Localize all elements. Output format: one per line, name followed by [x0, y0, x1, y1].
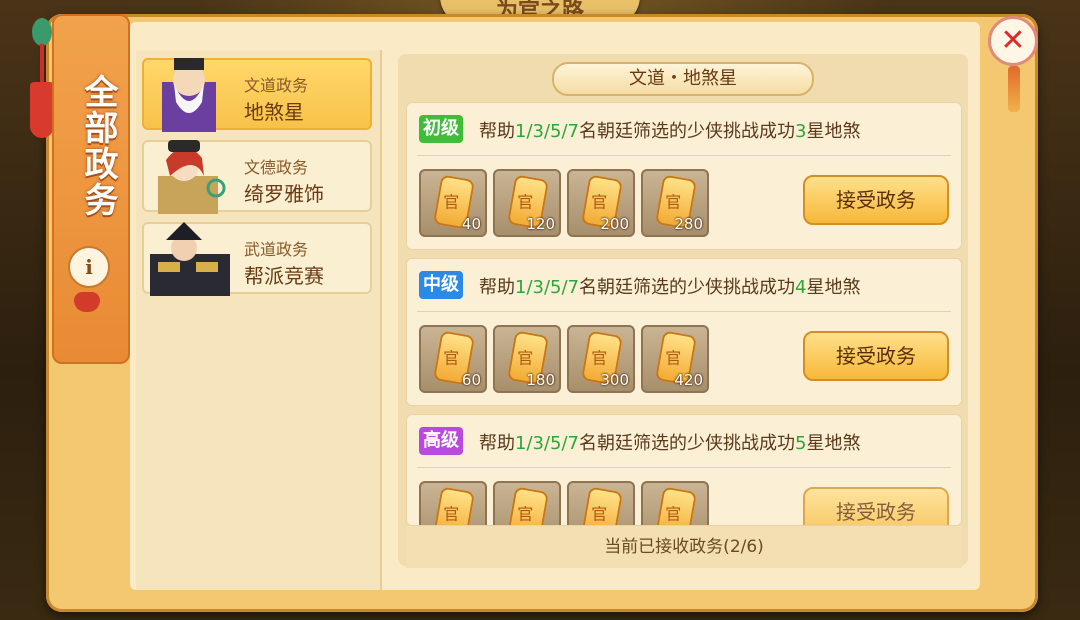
- detail-header: 文道・地煞星: [552, 62, 814, 96]
- tier-badge: 中级: [419, 271, 463, 299]
- npc-item-dishaxing[interactable]: 文道政务 地煞星: [142, 58, 372, 132]
- reward-item[interactable]: 200: [567, 169, 635, 237]
- info-icon[interactable]: i: [68, 246, 110, 288]
- npc-portrait-scholar: [162, 58, 216, 132]
- divider: [417, 311, 951, 312]
- npc-name: 帮派竞赛: [244, 264, 324, 288]
- reward-item[interactable]: 40: [419, 169, 487, 237]
- task-card-beginner: 初级 帮助1/3/5/7名朝廷筛选的少侠挑战成功3星地煞 40 120 200 …: [406, 102, 962, 250]
- reward-count: 120: [526, 215, 555, 233]
- reward-item[interactable]: 280: [641, 169, 709, 237]
- official-scroll-icon: [506, 486, 550, 525]
- npc-type: 武道政务: [244, 240, 309, 259]
- accepted-status: 当前已接收政务(2/6): [406, 526, 962, 568]
- npc-type: 文道政务: [244, 76, 309, 95]
- reward-count: 180: [526, 371, 555, 389]
- reward-item[interactable]: [641, 481, 709, 525]
- close-button[interactable]: ✕: [988, 16, 1038, 66]
- task-description: 帮助1/3/5/7名朝廷筛选的少侠挑战成功5星地煞: [479, 433, 861, 454]
- official-scroll-icon: [654, 486, 698, 525]
- tassel-decoration-right: [1008, 66, 1020, 112]
- reward-item[interactable]: 120: [493, 169, 561, 237]
- reward-item[interactable]: 60: [419, 325, 487, 393]
- npc-name: 地煞星: [244, 100, 304, 124]
- category-tab-label: 全部政务: [78, 74, 118, 218]
- tier-badge: 高级: [419, 427, 463, 455]
- official-scroll-icon: [580, 486, 624, 525]
- npc-name: 绮罗雅饰: [244, 182, 324, 206]
- official-scroll-icon: [432, 486, 476, 525]
- tassel-fringe: [30, 82, 54, 138]
- reward-item[interactable]: 420: [641, 325, 709, 393]
- reward-item[interactable]: [567, 481, 635, 525]
- task-card-intermediate: 中级 帮助1/3/5/7名朝廷筛选的少侠挑战成功4星地煞 60 180 300 …: [406, 258, 962, 406]
- divider: [417, 155, 951, 156]
- reward-count: 300: [600, 371, 629, 389]
- accept-task-button[interactable]: 接受政务: [803, 331, 949, 381]
- reward-item[interactable]: 300: [567, 325, 635, 393]
- reward-item[interactable]: [419, 481, 487, 525]
- close-icon: ✕: [1000, 23, 1026, 58]
- task-card-advanced: 高级 帮助1/3/5/7名朝廷筛选的少侠挑战成功5星地煞 接受政务: [406, 414, 962, 526]
- reward-count: 280: [674, 215, 703, 233]
- reward-count: 60: [461, 371, 481, 389]
- seal-icon: [74, 292, 100, 312]
- npc-portrait-lady: [158, 140, 226, 214]
- task-description: 帮助1/3/5/7名朝廷筛选的少侠挑战成功3星地煞: [479, 121, 861, 142]
- reward-count: 40: [461, 215, 481, 233]
- reward-item[interactable]: 180: [493, 325, 561, 393]
- tier-badge: 初级: [419, 115, 463, 143]
- divider: [417, 467, 951, 468]
- npc-item-bangpaijingsai[interactable]: 武道政务 帮派竞赛: [142, 222, 372, 296]
- reward-item[interactable]: [493, 481, 561, 525]
- task-description: 帮助1/3/5/7名朝廷筛选的少侠挑战成功4星地煞: [479, 277, 861, 298]
- jade-knot-icon: [32, 18, 52, 46]
- accept-task-button[interactable]: 接受政务: [803, 487, 949, 525]
- reward-count: 200: [600, 215, 629, 233]
- accept-task-button[interactable]: 接受政务: [803, 175, 949, 225]
- npc-type: 文德政务: [244, 158, 309, 177]
- npc-portrait-warrior: [150, 222, 230, 296]
- reward-count: 420: [674, 371, 703, 389]
- tassel-cord: [40, 44, 44, 84]
- npc-item-qiluoyashi[interactable]: 文德政务 绮罗雅饰: [142, 140, 372, 214]
